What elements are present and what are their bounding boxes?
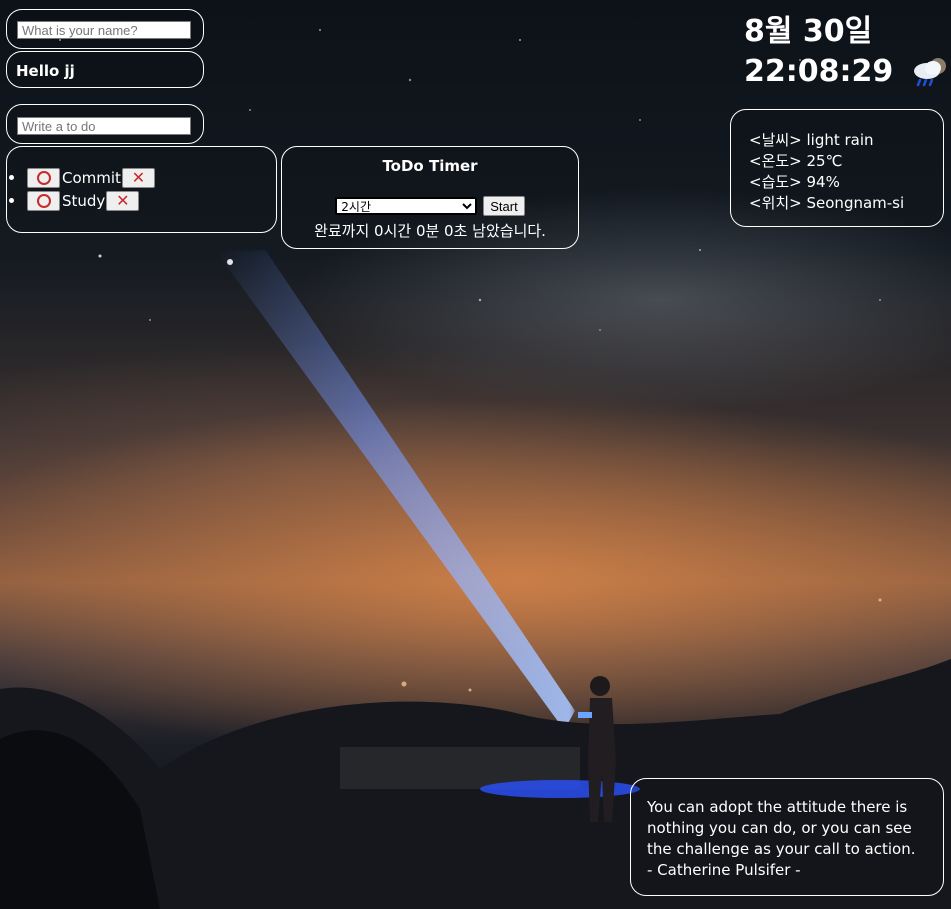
greeting-box: Hello jj <box>6 51 204 88</box>
quote-line: You can adopt the attitude there is <box>647 798 908 816</box>
name-input[interactable] <box>17 21 191 39</box>
weather-temperature: <온도> 25℃ <box>749 152 843 170</box>
todo-list-box: Commit ✕ Study ✕ <box>6 146 277 233</box>
list-item: Study ✕ <box>7 189 155 212</box>
x-cross-icon: ✕ <box>116 190 130 210</box>
weather-location: <위치> Seongnam-si <box>749 194 905 212</box>
circle-o-icon <box>36 193 51 208</box>
todo-form <box>6 104 204 144</box>
x-cross-icon: ✕ <box>131 167 146 187</box>
todo-item-label: Study <box>62 191 106 210</box>
quote-author: - Catherine Pulsifer - <box>647 861 801 879</box>
quote-box: You can adopt the attitude there is noth… <box>630 778 944 896</box>
greeting-text: Hello jj <box>16 62 75 80</box>
quote-line: the challenge as your call to action. <box>647 840 916 858</box>
todo-input[interactable] <box>17 117 191 135</box>
list-item: Commit ✕ <box>7 166 155 189</box>
clock: 8월 30일 22:08:29 <box>744 12 949 92</box>
name-form <box>6 9 204 49</box>
delete-button[interactable]: ✕ <box>106 190 140 211</box>
person-silhouette <box>578 676 616 822</box>
weather-humidity: <습도> 94% <box>749 173 840 191</box>
timer-remaining-text: 완료까지 0시간 0분 0초 남았습니다. <box>314 222 546 240</box>
quote-line: nothing you can do, or you can see <box>647 819 912 837</box>
weather-condition: <날씨> light rain <box>749 131 874 149</box>
flashlight-beam <box>215 250 575 730</box>
delete-button[interactable]: ✕ <box>121 167 155 188</box>
clock-date: 8월 30일 <box>744 14 873 49</box>
clock-time: 22:08:29 <box>744 54 894 89</box>
todo-item-label: Commit <box>62 168 121 187</box>
todo-list: Commit ✕ Study ✕ <box>7 166 155 212</box>
todo-timer-box: ToDo Timer 2시간 Start 완료까지 0시간 0분 0초 남았습니… <box>281 146 579 249</box>
timer-title: ToDo Timer <box>382 157 478 175</box>
timer-controls: 2시간 Start <box>282 196 578 216</box>
rain-cloud-icon <box>914 58 947 87</box>
complete-button[interactable] <box>27 190 60 211</box>
timer-duration-select[interactable]: 2시간 <box>335 197 478 215</box>
clock-time-row: 22:08:29 <box>744 52 949 92</box>
complete-button[interactable] <box>27 167 60 188</box>
weather-info-box: <날씨> light rain <온도> 25℃ <습도> 94% <위치> S… <box>730 109 944 227</box>
circle-o-icon <box>36 170 51 185</box>
start-button[interactable]: Start <box>483 196 525 216</box>
